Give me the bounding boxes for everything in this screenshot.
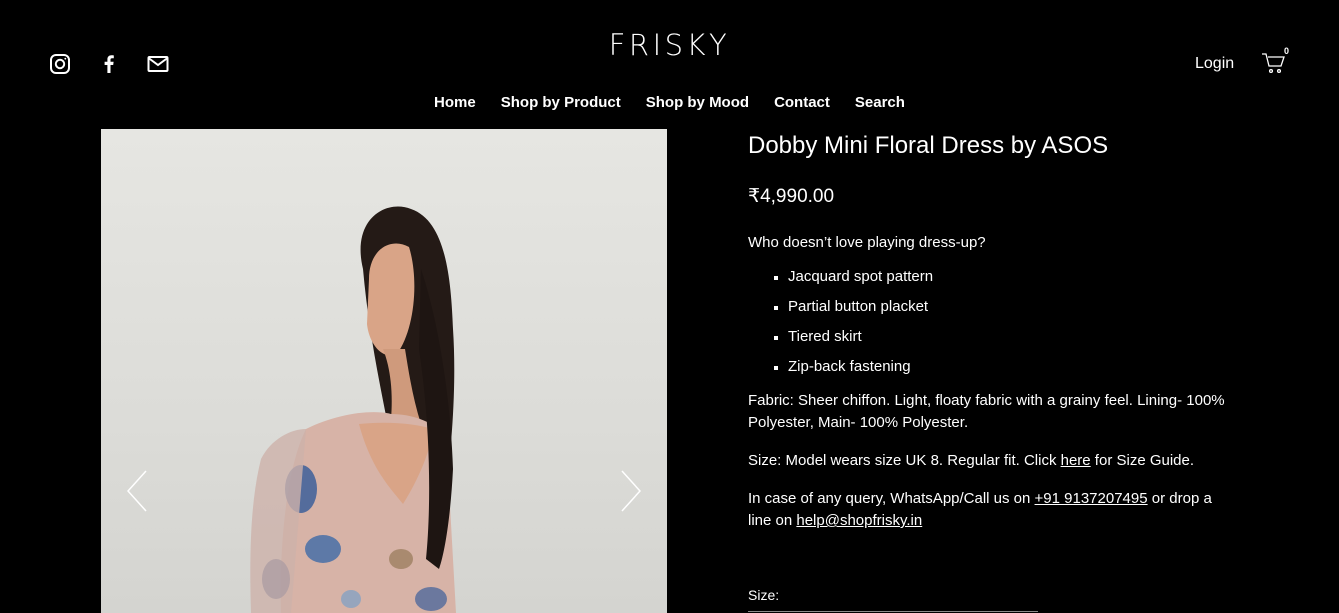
size-guide-link[interactable]: here: [1061, 452, 1091, 469]
email-link[interactable]: help@shopfrisky.in: [796, 512, 922, 529]
query-text-before: In case of any query, WhatsApp/Call us o…: [748, 490, 1035, 507]
fabric-text: Fabric: Sheer chiffon. Light, floaty fab…: [748, 392, 1225, 431]
previous-image-arrow[interactable]: [125, 469, 149, 513]
feature-list: Jacquard spot pattern Partial button pla…: [774, 266, 1228, 378]
nav-item-contact[interactable]: Contact: [774, 94, 830, 111]
list-item: Zip-back fastening: [774, 356, 1228, 378]
nav-item-shop-by-product[interactable]: Shop by Product: [501, 94, 621, 111]
size-label: Size:: [748, 587, 780, 603]
cart-count-badge: 0: [1284, 46, 1290, 56]
main-nav: Home Shop by Product Shop by Mood Contac…: [0, 94, 1339, 111]
size-guide-text: Size: Model wears size UK 8. Regular fit…: [748, 450, 1228, 472]
product-description: Who doesn’t love playing dress-up? Jacqu…: [748, 232, 1228, 532]
product-photo: [250, 206, 456, 613]
size-text-before: Size: Model wears size UK 8. Regular fit…: [748, 452, 1061, 469]
product-image-gallery[interactable]: [101, 129, 667, 613]
size-text-after: for Size Guide.: [1090, 452, 1195, 469]
list-item: Partial button placket: [774, 296, 1228, 318]
product-info: Dobby Mini Floral Dress by ASOS ₹4,990.0…: [748, 130, 1228, 548]
size-selector[interactable]: [748, 611, 1038, 612]
nav-item-shop-by-mood[interactable]: Shop by Mood: [646, 94, 749, 111]
contact-text: In case of any query, WhatsApp/Call us o…: [748, 488, 1228, 532]
description-intro: Who doesn’t love playing dress-up?: [748, 234, 986, 251]
product-title: Dobby Mini Floral Dress by ASOS: [748, 132, 1109, 159]
list-item: Tiered skirt: [774, 326, 1228, 348]
nav-item-search[interactable]: Search: [855, 94, 905, 111]
product-price: ₹4,990.00: [748, 186, 835, 207]
next-image-arrow[interactable]: [619, 469, 643, 513]
nav-item-home[interactable]: Home: [434, 94, 476, 111]
list-item: Jacquard spot pattern: [774, 266, 1228, 288]
site-logo[interactable]: FRISKY: [0, 28, 1339, 62]
login-link[interactable]: Login: [1195, 55, 1234, 73]
phone-link[interactable]: +91 9137207495: [1035, 490, 1148, 507]
